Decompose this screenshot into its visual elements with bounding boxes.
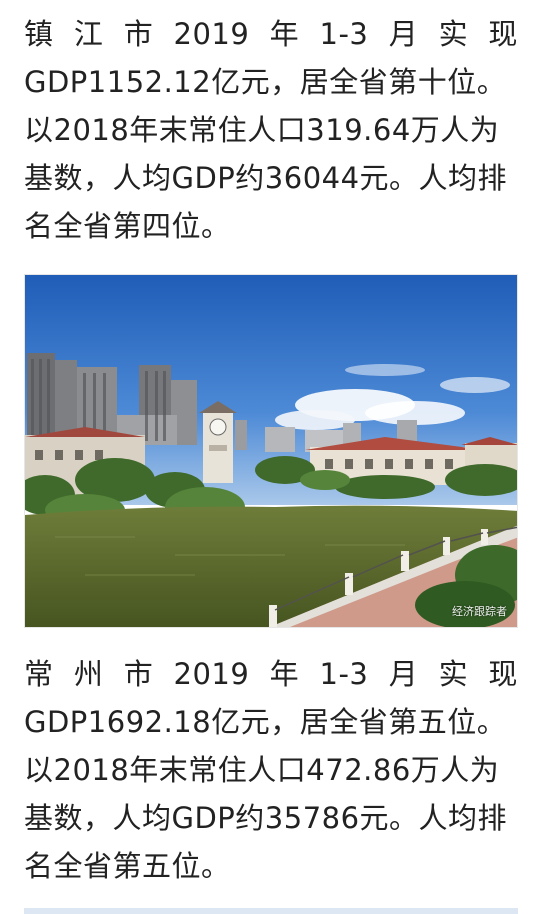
word: 常 bbox=[24, 657, 54, 691]
zhenjiang-line-5: 名全省第四位。 bbox=[24, 209, 231, 243]
word: 2019 bbox=[173, 657, 250, 691]
word: 1-3 bbox=[319, 657, 369, 691]
zhenjiang-line-3: 以2018年末常住人口319.64万人为 bbox=[24, 113, 500, 147]
changzhou-line-5: 名全省第五位。 bbox=[24, 849, 231, 883]
next-content-divider bbox=[24, 908, 518, 914]
word: 市 bbox=[123, 657, 154, 691]
word: 现 bbox=[488, 657, 518, 691]
word: 市 bbox=[123, 17, 154, 51]
changzhou-line-1: 常 州 市 2019 年 1-3 月 实 现 bbox=[24, 650, 518, 698]
zhenjiang-line-2: GDP1152.12亿元，居全省第十位。 bbox=[24, 65, 507, 99]
city-lake-photo: 经济跟踪者 bbox=[24, 274, 518, 628]
word: 月 bbox=[388, 657, 419, 691]
word: 江 bbox=[73, 17, 104, 51]
photo-watermark: 经济跟踪者 bbox=[452, 605, 507, 618]
changzhou-line-2: GDP1692.18亿元，居全省第五位。 bbox=[24, 705, 507, 739]
word: 现 bbox=[488, 17, 518, 51]
word: 实 bbox=[438, 17, 469, 51]
zhenjiang-line-4: 基数，人均GDP约36044元。人均排 bbox=[24, 161, 508, 195]
word: 镇 bbox=[24, 17, 54, 51]
word: 2019 bbox=[173, 17, 250, 51]
changzhou-paragraph: 常 州 市 2019 年 1-3 月 实 现 GDP1692.18亿元，居全省第… bbox=[24, 650, 518, 890]
word: 1-3 bbox=[319, 17, 369, 51]
zhenjiang-line-1: 镇 江 市 2019 年 1-3 月 实 现 bbox=[24, 10, 518, 58]
city-lake-image bbox=[25, 275, 517, 627]
word: 州 bbox=[73, 657, 104, 691]
changzhou-line-3: 以2018年末常住人口472.86万人为 bbox=[24, 753, 500, 787]
word: 月 bbox=[388, 17, 419, 51]
word: 年 bbox=[269, 17, 300, 51]
zhenjiang-paragraph: 镇 江 市 2019 年 1-3 月 实 现 GDP1152.12亿元，居全省第… bbox=[24, 10, 518, 250]
changzhou-line-4: 基数，人均GDP约35786元。人均排 bbox=[24, 801, 508, 835]
word: 年 bbox=[269, 657, 300, 691]
word: 实 bbox=[438, 657, 469, 691]
